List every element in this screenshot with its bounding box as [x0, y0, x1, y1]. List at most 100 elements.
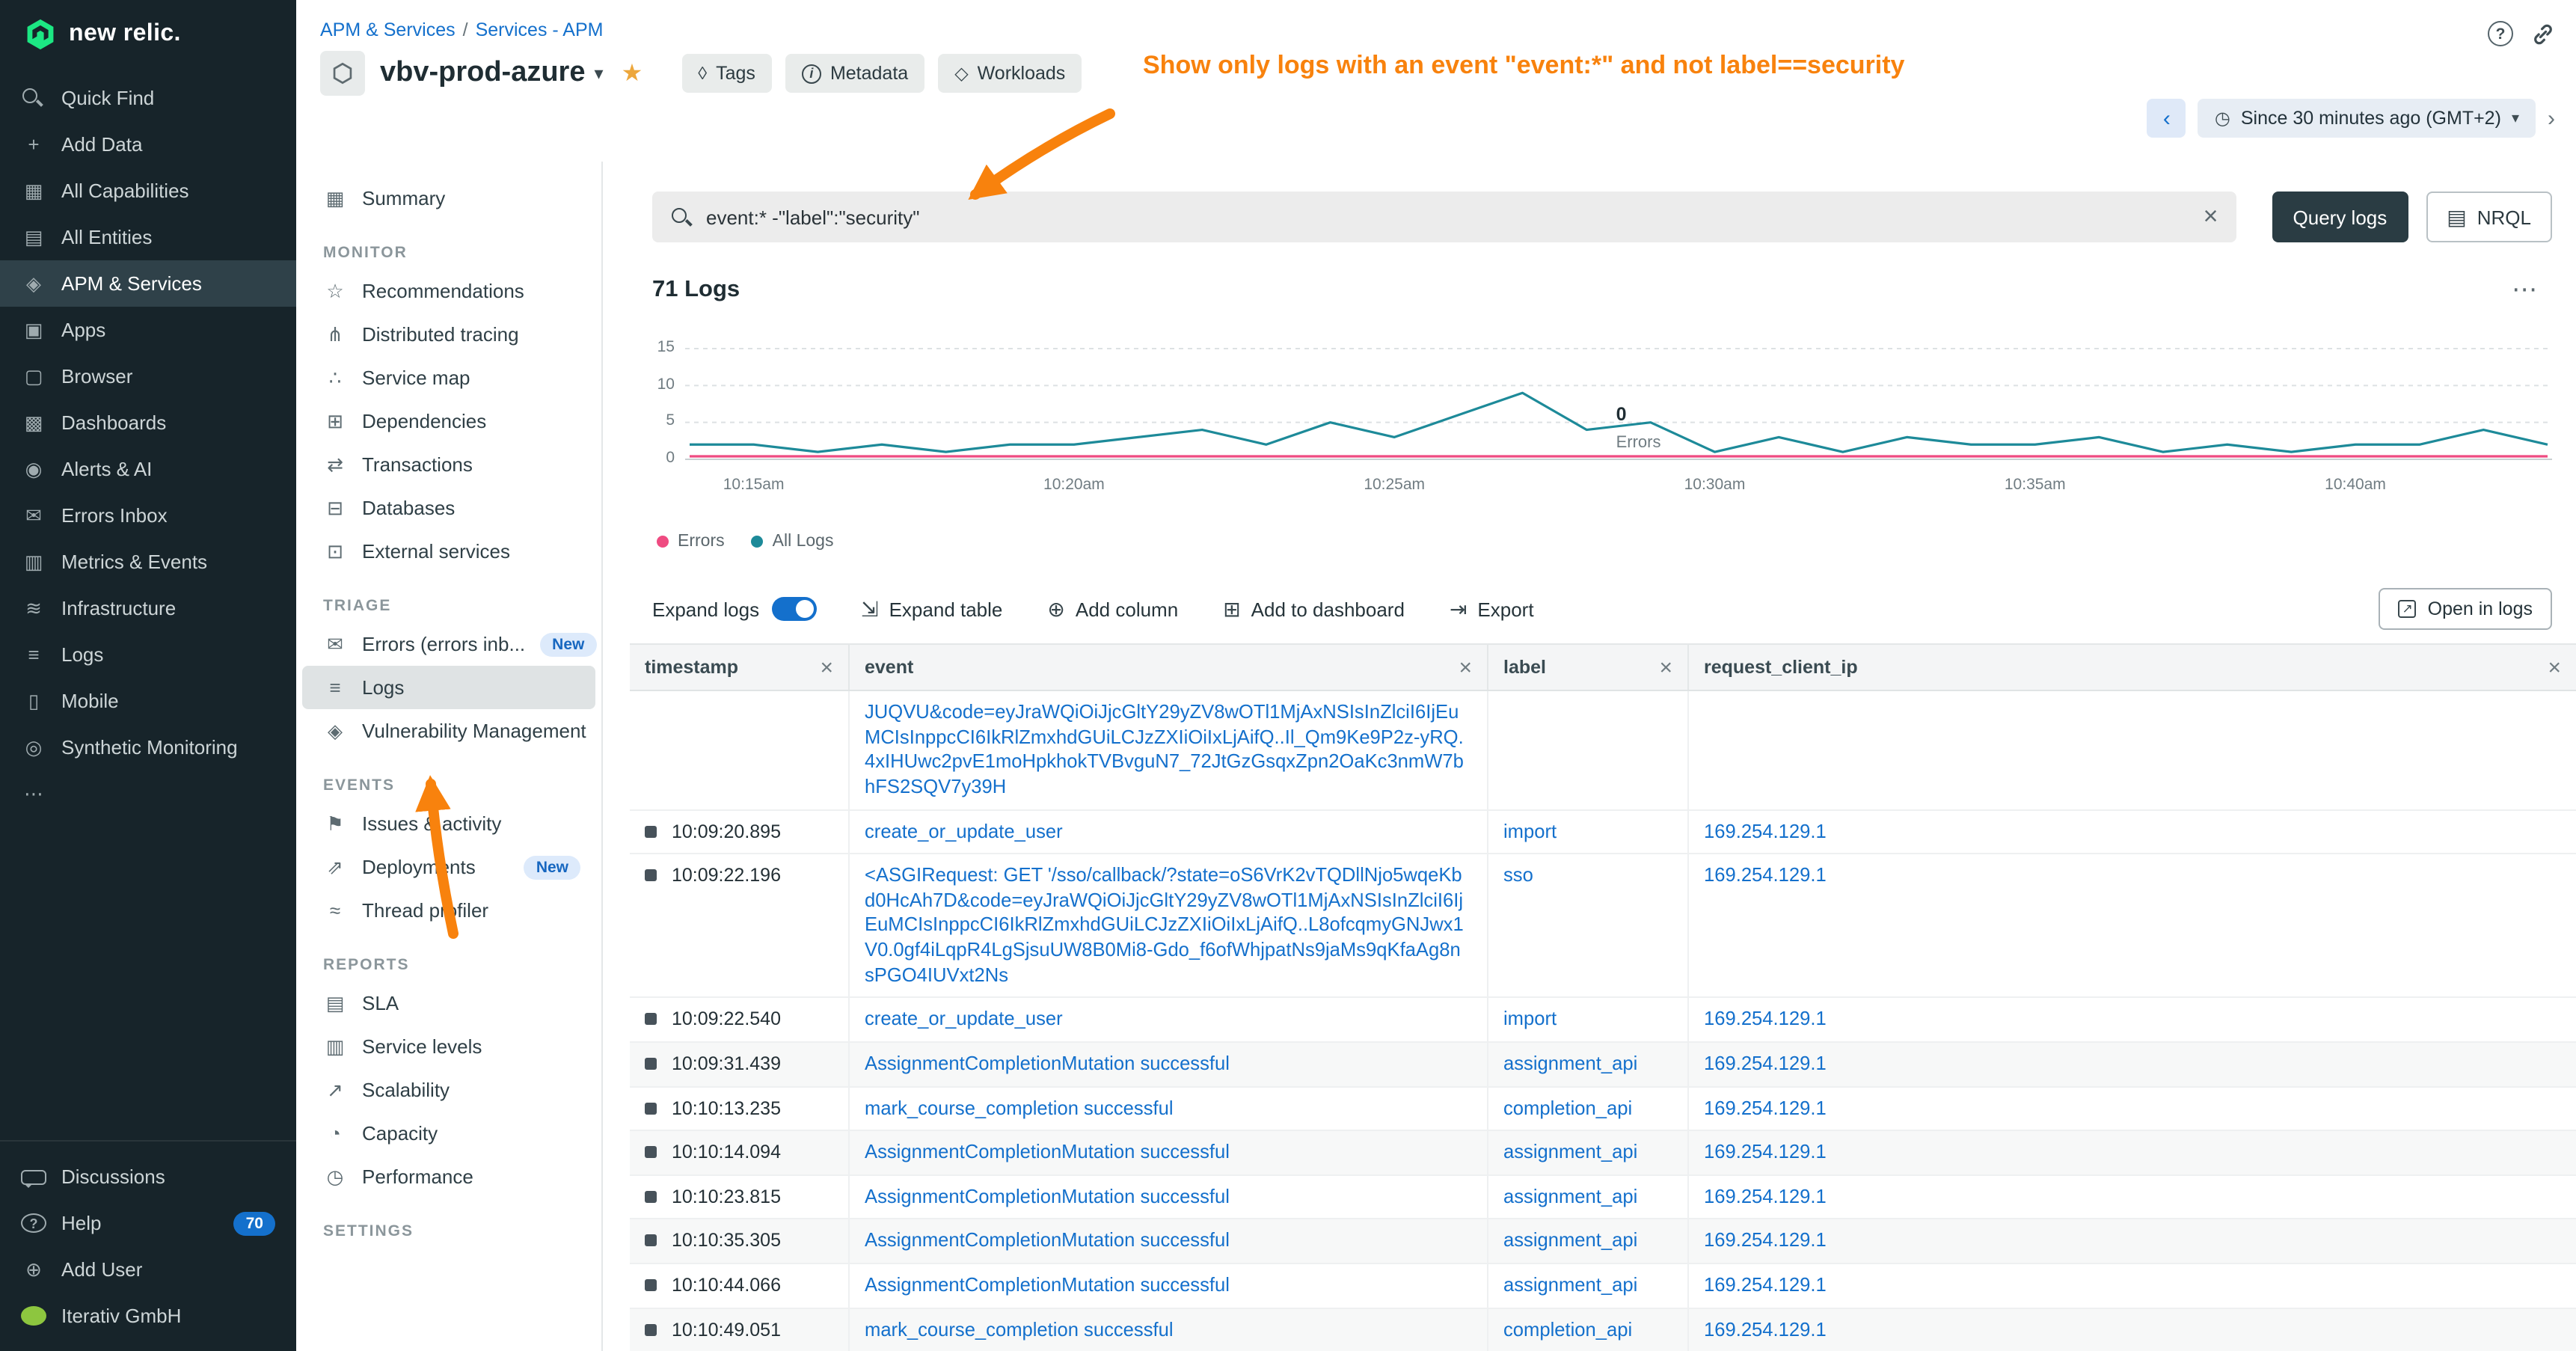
service-nav-item-sla[interactable]: ▤SLA [302, 981, 595, 1025]
breadcrumb-link-apm-services[interactable]: APM & Services [320, 19, 456, 40]
row-marker-icon[interactable] [645, 1146, 657, 1158]
sidebar-item-mobile[interactable]: ▯Mobile [0, 678, 296, 724]
cell-event-link[interactable]: create_or_update_user [850, 810, 1488, 853]
cell-event-link[interactable]: AssignmentCompletionMutation successful [850, 1043, 1488, 1085]
service-nav-item-errors-errors-inb[interactable]: ✉Errors (errors inb...New [302, 622, 595, 666]
sidebar-item-alerts-ai[interactable]: ◉Alerts & AI [0, 446, 296, 492]
service-nav-item-capacity[interactable]: ◔Capacity [302, 1112, 595, 1155]
service-nav-item-transactions[interactable]: ⇄Transactions [302, 443, 595, 486]
row-marker-icon[interactable] [645, 825, 657, 837]
cell-request-client-ip-link[interactable] [1689, 691, 2576, 809]
cell-label-link[interactable]: assignment_api [1488, 1043, 1689, 1085]
sidebar-item-dashboards[interactable]: ▩Dashboards [0, 399, 296, 446]
service-nav-item-vulnerability-management[interactable]: ◈Vulnerability Management [302, 709, 595, 753]
log-table-row[interactable]: 10:09:22.540create_or_update_userimport1… [630, 999, 2576, 1043]
log-table-row[interactable]: 10:10:35.305AssignmentCompletionMutation… [630, 1220, 2576, 1264]
service-nav-item-dependencies[interactable]: ⊞Dependencies [302, 399, 595, 443]
sidebar-item-quick-find[interactable]: Quick Find [0, 75, 296, 121]
log-table-row[interactable]: 10:10:23.815AssignmentCompletionMutation… [630, 1176, 2576, 1220]
sidebar-item-logs[interactable]: ≡Logs [0, 631, 296, 678]
log-table-row[interactable]: 10:09:20.895create_or_update_userimport1… [630, 810, 2576, 854]
cell-event-link[interactable]: create_or_update_user [850, 999, 1488, 1041]
cell-request-client-ip-link[interactable]: 169.254.129.1 [1689, 810, 2576, 853]
cell-request-client-ip-link[interactable]: 169.254.129.1 [1689, 1087, 2576, 1130]
log-table-row[interactable]: 10:10:49.051mark_course_completion succe… [630, 1308, 2576, 1351]
service-nav-item-recommendations[interactable]: ☆Recommendations [302, 269, 595, 313]
log-table-row[interactable]: 10:10:13.235mark_course_completion succe… [630, 1087, 2576, 1131]
sidebar-item-more[interactable]: ⋯ [0, 771, 296, 817]
row-marker-icon[interactable] [645, 1058, 657, 1070]
more-menu-icon[interactable]: ⋯ [2512, 275, 2537, 305]
column-header-label[interactable]: label× [1488, 645, 1689, 690]
service-nav-item-thread-profiler[interactable]: ≈Thread profiler [302, 889, 595, 932]
sidebar-item-add-data[interactable]: +Add Data [0, 121, 296, 168]
cell-event-link[interactable]: JUQVU&code=eyJraWQiOiJjcGltY29yZV8wOTl1M… [850, 691, 1488, 809]
add-to-dashboard-button[interactable]: ⊞ Add to dashboard [1223, 596, 1405, 622]
add-column-button[interactable]: ⊕ Add column [1047, 596, 1178, 622]
row-marker-icon[interactable] [645, 1191, 657, 1203]
help-icon[interactable]: ? [2488, 21, 2513, 46]
cell-label-link[interactable]: assignment_api [1488, 1176, 1689, 1219]
breadcrumb-link-services-apm[interactable]: Services - APM [476, 19, 604, 40]
nrql-button[interactable]: ▤ NRQL [2426, 192, 2552, 242]
workloads-button[interactable]: ◇ Workloads [938, 54, 1082, 93]
sidebar-item-discussions[interactable]: Discussions [0, 1154, 296, 1200]
remove-column-icon[interactable]: × [1459, 655, 1472, 680]
sidebar-item-metrics-events[interactable]: ▥Metrics & Events [0, 539, 296, 585]
sidebar-item-help[interactable]: ?Help70 [0, 1200, 296, 1246]
tags-button[interactable]: ◊ Tags [681, 54, 772, 93]
log-table-row[interactable]: 10:10:44.066AssignmentCompletionMutation… [630, 1264, 2576, 1308]
service-nav-item-performance[interactable]: ◷Performance [302, 1155, 595, 1198]
remove-column-icon[interactable]: × [1659, 655, 1672, 680]
sidebar-item-iterativ-gmbh[interactable]: Iterativ GmbH [0, 1293, 296, 1339]
cell-event-link[interactable]: AssignmentCompletionMutation successful [850, 1176, 1488, 1219]
sidebar-item-synthetic-monitoring[interactable]: ◎Synthetic Monitoring [0, 724, 296, 771]
service-nav-item-service-map[interactable]: ∴Service map [302, 356, 595, 399]
clear-query-icon[interactable]: × [2204, 202, 2218, 232]
metadata-button[interactable]: i Metadata [785, 54, 924, 93]
cell-label-link[interactable]: assignment_api [1488, 1264, 1689, 1307]
remove-column-icon[interactable]: × [820, 655, 833, 680]
entity-switcher-chevron-icon[interactable]: ▾ [595, 63, 604, 84]
row-marker-icon[interactable] [645, 1014, 657, 1026]
remove-column-icon[interactable]: × [2548, 655, 2561, 680]
service-nav-item-summary[interactable]: ▦Summary [302, 177, 595, 220]
cell-label-link[interactable]: assignment_api [1488, 1220, 1689, 1263]
sidebar-item-add-user[interactable]: ⊕Add User [0, 1246, 296, 1293]
cell-request-client-ip-link[interactable]: 169.254.129.1 [1689, 1264, 2576, 1307]
column-header-event[interactable]: event× [850, 645, 1488, 690]
export-button[interactable]: ⇥ Export [1450, 596, 1534, 622]
row-marker-icon[interactable] [645, 1323, 657, 1335]
log-table-row[interactable]: JUQVU&code=eyJraWQiOiJjcGltY29yZV8wOTl1M… [630, 691, 2576, 810]
sidebar-item-infrastructure[interactable]: ≋Infrastructure [0, 585, 296, 631]
cell-request-client-ip-link[interactable]: 169.254.129.1 [1689, 1220, 2576, 1263]
new-relic-logo[interactable]: new relic. [0, 0, 296, 63]
row-marker-icon[interactable] [645, 1235, 657, 1247]
favorite-star-icon[interactable]: ★ [622, 58, 643, 88]
cell-event-link[interactable]: AssignmentCompletionMutation successful [850, 1220, 1488, 1263]
sidebar-item-errors-inbox[interactable]: ✉Errors Inbox [0, 492, 296, 539]
cell-label-link[interactable]: assignment_api [1488, 1131, 1689, 1174]
time-back-button[interactable]: ‹ [2147, 99, 2186, 138]
row-marker-icon[interactable] [645, 869, 657, 881]
copy-link-icon[interactable] [2531, 22, 2555, 46]
service-nav-item-scalability[interactable]: ↗Scalability [302, 1068, 595, 1112]
time-picker[interactable]: ◷ Since 30 minutes ago (GMT+2) ▾ [2198, 99, 2536, 138]
legend-item-errors[interactable]: Errors [657, 533, 725, 551]
cell-label-link[interactable]: import [1488, 810, 1689, 853]
cell-request-client-ip-link[interactable]: 169.254.129.1 [1689, 1131, 2576, 1174]
cell-event-link[interactable]: mark_course_completion successful [850, 1308, 1488, 1351]
sidebar-item-all-entities[interactable]: ▤All Entities [0, 214, 296, 260]
service-nav-item-external-services[interactable]: ⊡External services [302, 530, 595, 573]
cell-request-client-ip-link[interactable]: 169.254.129.1 [1689, 854, 2576, 996]
legend-item-all-logs[interactable]: All Logs [752, 533, 834, 551]
log-table-row[interactable]: 10:10:14.094AssignmentCompletionMutation… [630, 1131, 2576, 1175]
cell-request-client-ip-link[interactable]: 169.254.129.1 [1689, 999, 2576, 1041]
sidebar-item-apps[interactable]: ▣Apps [0, 307, 296, 353]
cell-event-link[interactable]: mark_course_completion successful [850, 1087, 1488, 1130]
column-header-timestamp[interactable]: timestamp× [630, 645, 850, 690]
cell-event-link[interactable]: AssignmentCompletionMutation successful [850, 1131, 1488, 1174]
logs-query-input[interactable]: event:* -"label":"security" × [652, 192, 2236, 242]
cell-label-link[interactable]: sso [1488, 854, 1689, 996]
open-in-logs-button[interactable]: ↗ Open in logs [2379, 588, 2552, 630]
